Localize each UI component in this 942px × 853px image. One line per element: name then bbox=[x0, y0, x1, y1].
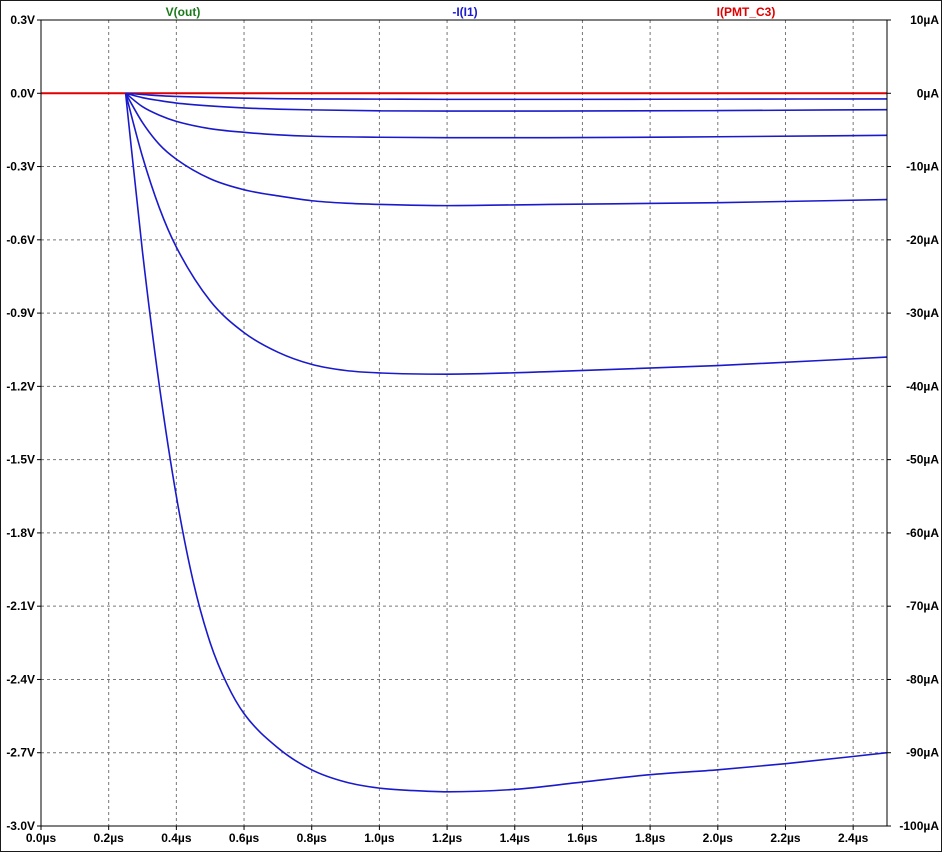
y-left-tick-label: -3.0V bbox=[6, 819, 35, 833]
y-left-tick-label: -1.2V bbox=[6, 379, 35, 393]
y-right-tick-label: -50µA bbox=[906, 453, 939, 467]
y-right-tick-label: 10µA bbox=[910, 13, 939, 27]
y-right-tick-label: -20µA bbox=[906, 233, 939, 247]
y-right-tick-label: -70µA bbox=[906, 599, 939, 613]
x-tick-label: 0.8µs bbox=[297, 831, 328, 845]
x-tick-label: 2.0µs bbox=[703, 831, 734, 845]
y-right-tick-label: -60µA bbox=[906, 526, 939, 540]
series-line-6 bbox=[124, 93, 888, 375]
x-tick-label: 2.2µs bbox=[770, 831, 801, 845]
legend-entry: -I(I1) bbox=[452, 5, 477, 19]
y-left-tick-label: -0.6V bbox=[6, 233, 35, 247]
y-left-tick-label: -1.8V bbox=[6, 526, 35, 540]
y-right-tick-label: -90µA bbox=[906, 746, 939, 760]
y-left-tick-label: -1.5V bbox=[6, 453, 35, 467]
y-left-tick-label: 0.3V bbox=[10, 13, 35, 27]
y-left-tick-label: -2.7V bbox=[6, 746, 35, 760]
y-right-tick-label: 0µA bbox=[917, 86, 940, 100]
waveform-chart: 0.0µs 0.2µs 0.4µs 0.6µs 0.8µs 1.0µs 1.2µs 1.4µs… bbox=[6, 5, 940, 845]
y-left-tick-label: -2.1V bbox=[6, 599, 35, 613]
x-tick-label: 0.0µs bbox=[26, 831, 57, 845]
legend-entry: V(out) bbox=[166, 5, 201, 19]
series-line-3 bbox=[125, 92, 888, 112]
y-right-tick-label: -30µA bbox=[906, 306, 939, 320]
x-tick-label: 0.6µs bbox=[229, 831, 260, 845]
y-left-tick-label: 0.0V bbox=[10, 86, 35, 100]
y-left-tick-label: -0.3V bbox=[6, 160, 35, 174]
x-tick-label: 1.2µs bbox=[432, 831, 463, 845]
x-tick-label: 1.0µs bbox=[364, 831, 395, 845]
legend-entry: I(PMT_C3) bbox=[717, 5, 776, 19]
x-tick-label: 0.4µs bbox=[161, 831, 192, 845]
x-tick-label: 1.8µs bbox=[635, 831, 666, 845]
plot-frame bbox=[40, 19, 888, 827]
y-right-tick-label: -80µA bbox=[906, 672, 939, 686]
x-tick-label: 2.4µs bbox=[838, 831, 869, 845]
y-right-tick-label: -10µA bbox=[906, 160, 939, 174]
series-line-7 bbox=[124, 93, 888, 793]
y-left-tick-label: -2.4V bbox=[6, 672, 35, 686]
x-tick-label: 0.2µs bbox=[94, 831, 125, 845]
y-left-tick-label: -0.9V bbox=[6, 306, 35, 320]
x-tick-label: 1.6µs bbox=[567, 831, 598, 845]
plot-window: 0.0µs 0.2µs 0.4µs 0.6µs 0.8µs 1.0µs 1.2µs 1.4µs… bbox=[0, 0, 942, 852]
x-tick-label: 1.4µs bbox=[500, 831, 531, 845]
y-right-tick-label: -40µA bbox=[906, 379, 939, 393]
y-right-tick-label: -100µA bbox=[899, 819, 939, 833]
